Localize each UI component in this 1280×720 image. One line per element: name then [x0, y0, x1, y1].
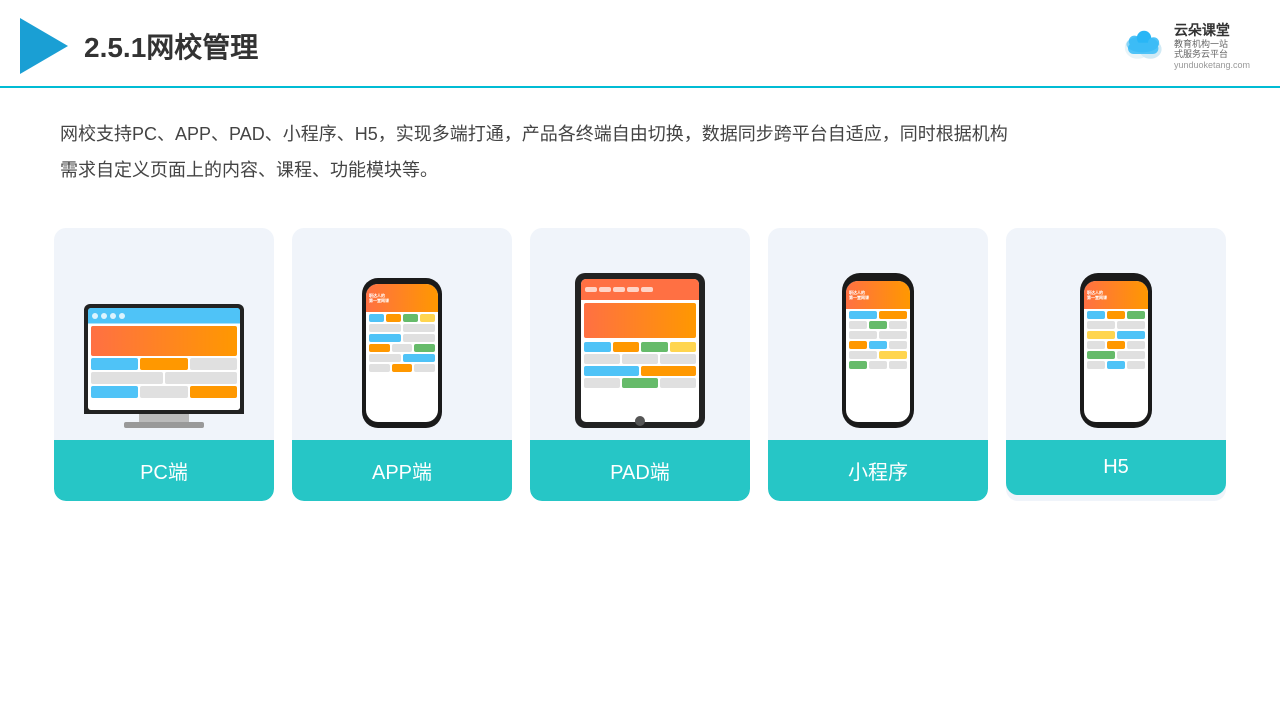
brand-slogan: 教育机构一站 — [1174, 39, 1228, 50]
brand-slogan2: 式服务云平台 — [1174, 49, 1228, 60]
platform-cards: PC端 职达人的第一堂网课 — [0, 218, 1280, 501]
app-phone-outer: 职达人的第一堂网课 — [362, 278, 442, 428]
tablet-home-btn — [635, 416, 645, 426]
pad-mockup — [575, 273, 705, 428]
pad-tablet-screen — [581, 279, 699, 422]
logo-triangle-icon — [20, 18, 68, 74]
h5-card: 职达人的第一堂网课 — [1006, 228, 1226, 501]
miniprogram-mockup: 职达人的第一堂网课 — [842, 273, 914, 428]
pc-screen-content — [88, 308, 240, 410]
pc-mockup — [84, 304, 244, 428]
phone-notch — [866, 273, 890, 279]
miniprogram-phone-screen: 职达人的第一堂网课 — [846, 281, 910, 422]
app-label: APP端 — [292, 440, 512, 501]
h5-phone-outer: 职达人的第一堂网课 — [1080, 273, 1152, 428]
brand-url: yunduoketang.com — [1174, 60, 1250, 70]
h5-image-area: 职达人的第一堂网课 — [1018, 248, 1214, 428]
pad-image-area — [542, 248, 738, 428]
page-header: 2.5.1网校管理 云朵课堂 教育机构一站 式服务云平台 yunduoketan… — [0, 0, 1280, 88]
miniprogram-card: 职达人的第一堂网课 — [768, 228, 988, 501]
header-left: 2.5.1网校管理 — [20, 18, 258, 74]
page-title: 2.5.1网校管理 — [84, 26, 258, 66]
brand-name: 云朵课堂 — [1174, 22, 1230, 39]
app-phone-screen: 职达人的第一堂网课 — [366, 284, 438, 422]
brand-area: 云朵课堂 教育机构一站 式服务云平台 yunduoketang.com — [1120, 22, 1250, 70]
pad-tablet-outer — [575, 273, 705, 428]
miniprogram-image-area: 职达人的第一堂网课 — [780, 248, 976, 428]
pc-screen-outer — [84, 304, 244, 414]
brand-text: 云朵课堂 教育机构一站 式服务云平台 yunduoketang.com — [1174, 22, 1250, 70]
app-image-area: 职达人的第一堂网课 — [304, 248, 500, 428]
h5-phone-notch — [1104, 273, 1128, 279]
page-description: 网校支持PC、APP、PAD、小程序、H5，实现多端打通，产品各终端自由切换，数… — [0, 88, 1280, 208]
pc-screen-inner — [88, 308, 240, 410]
cloud-logo-icon — [1120, 30, 1168, 62]
h5-mockup: 职达人的第一堂网课 — [1080, 273, 1152, 428]
pad-card: PAD端 — [530, 228, 750, 501]
h5-phone-screen: 职达人的第一堂网课 — [1084, 281, 1148, 422]
pc-label: PC端 — [54, 440, 274, 501]
pc-card: PC端 — [54, 228, 274, 501]
app-mockup: 职达人的第一堂网课 — [362, 278, 442, 428]
pc-image-area — [66, 248, 262, 428]
brand-logo: 云朵课堂 教育机构一站 式服务云平台 yunduoketang.com — [1120, 22, 1250, 70]
miniprogram-label: 小程序 — [768, 440, 988, 501]
pad-label: PAD端 — [530, 440, 750, 501]
miniprogram-phone-outer: 职达人的第一堂网课 — [842, 273, 914, 428]
app-card: 职达人的第一堂网课 — [292, 228, 512, 501]
h5-label: H5 — [1006, 440, 1226, 495]
